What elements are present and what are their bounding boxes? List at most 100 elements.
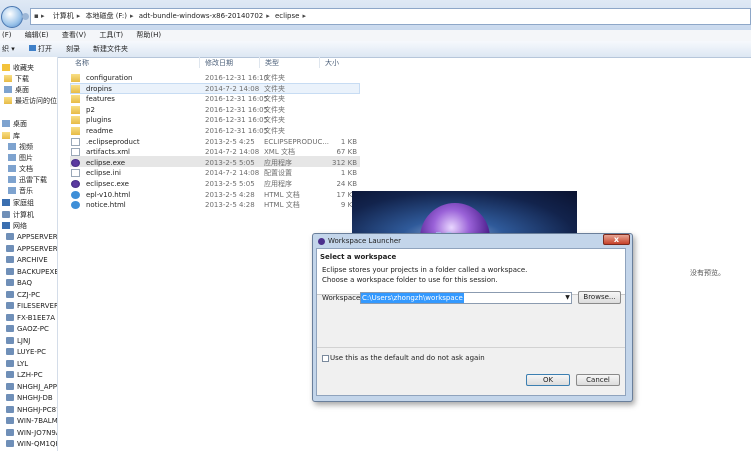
breadcrumb-drive[interactable]: 本地磁盘 (F:)	[82, 9, 130, 24]
network-host-item[interactable]: WIN-JO7N9A	[6, 428, 57, 439]
breadcrumb-computer[interactable]: 计算机	[50, 9, 77, 24]
network-host-item[interactable]: GAOZ-PC	[6, 324, 49, 335]
network-host-item[interactable]: NHGHJ-PC87	[6, 405, 57, 416]
menu-file[interactable]: (F)	[2, 31, 12, 39]
network-host-item[interactable]: BACKUPEXEC	[6, 267, 57, 278]
network-host-item[interactable]: ARCHIVE	[6, 255, 48, 266]
menu-view[interactable]: 查看(V)	[62, 31, 86, 39]
default-checkbox[interactable]	[322, 355, 329, 362]
computer-icon	[2, 211, 10, 218]
application-icon	[71, 180, 80, 188]
network-host-label: NHGHJ_APP	[17, 382, 57, 391]
network-host-item[interactable]: LYL	[6, 359, 28, 370]
nav-music[interactable]: 音乐	[8, 186, 33, 197]
ok-button[interactable]: OK	[526, 374, 570, 386]
network-host-item[interactable]: WIN-7BALMC	[6, 416, 58, 427]
file-date: 2013-2-5 4:28	[205, 190, 255, 199]
nav-pictures[interactable]: 图片	[8, 153, 33, 164]
file-icon	[71, 148, 80, 157]
network-host-item[interactable]: CZJ-PC	[6, 290, 40, 301]
network-host-item[interactable]: APPSERVER2	[6, 244, 58, 255]
file-type: 文件夹	[264, 84, 285, 93]
computer-icon	[6, 336, 14, 344]
menu-tools[interactable]: 工具(T)	[99, 31, 123, 39]
file-name: readme	[86, 127, 113, 135]
nav-favorites[interactable]: 收藏夹	[2, 63, 34, 74]
computer-icon	[6, 417, 14, 424]
network-host-label: BACKUPEXEC	[17, 267, 57, 276]
cancel-button[interactable]: Cancel	[576, 374, 620, 386]
file-icon	[71, 169, 80, 178]
col-type[interactable]: 类型	[265, 58, 279, 68]
column-divider	[199, 57, 200, 68]
dialog-heading: Select a workspace	[320, 253, 397, 261]
nav-videos[interactable]: 视频	[8, 142, 33, 153]
burn-button[interactable]: 刻录	[66, 44, 80, 54]
new-folder-button[interactable]: 新建文件夹	[93, 44, 128, 54]
network-host-item[interactable]: LJNJ	[6, 336, 30, 347]
workspace-path-value[interactable]: C:\Users\zhongzh\workspace	[361, 293, 464, 303]
forward-button[interactable]	[22, 13, 29, 20]
breadcrumb-adt-bundle[interactable]: adt-bundle-windows-x86-20140702	[136, 9, 266, 24]
network-host-label: APPSERVER	[17, 233, 58, 241]
nav-desktop-fav[interactable]: 桌面	[4, 85, 29, 96]
network-host-label: WIN-QM1QKI	[17, 440, 58, 448]
network-host-item[interactable]: NHGHJ_APP	[6, 382, 57, 393]
organize-button[interactable]: 织 ▾	[2, 44, 15, 54]
music-icon	[8, 187, 16, 194]
file-name: eclipse.ini	[86, 169, 121, 178]
computer-icon	[6, 256, 14, 263]
network-host-label: APPSERVER2	[17, 244, 58, 253]
file-date: 2013-2-5 4:28	[205, 201, 255, 210]
chevron-down-icon[interactable]: ▼	[564, 294, 571, 302]
eclipse-splash-image: eclipse	[352, 191, 577, 239]
back-button[interactable]	[1, 6, 23, 28]
network-host-item[interactable]: BAQ	[6, 278, 32, 289]
file-size: 67 KB	[336, 148, 357, 157]
network-host-item[interactable]: LZH-PC	[6, 370, 43, 381]
network-host-item[interactable]: LUYE-PC	[6, 347, 46, 358]
nav-desktop[interactable]: 桌面	[2, 119, 27, 130]
network-host-label: GAOZ-PC	[17, 325, 49, 333]
nav-documents[interactable]: 文档	[8, 164, 33, 175]
col-date[interactable]: 修改日期	[205, 58, 233, 68]
nav-libraries[interactable]: 库	[2, 131, 20, 142]
file-date: 2013-2-5 4:25	[205, 137, 255, 146]
file-type: 应用程序	[264, 158, 292, 167]
col-size[interactable]: 大小	[325, 58, 339, 68]
column-divider	[259, 57, 260, 68]
folder-icon	[71, 95, 80, 104]
folder-icon	[71, 74, 80, 82]
network-host-label: WIN-7BALMC	[17, 417, 58, 425]
network-host-item[interactable]: FILESERVER	[6, 301, 57, 312]
nav-downloads[interactable]: 下载	[4, 74, 29, 85]
network-host-label: NHGHJ-DB	[17, 394, 53, 402]
col-name[interactable]: 名称	[75, 58, 89, 68]
nav-computer[interactable]: 计算机	[2, 210, 34, 221]
breadcrumb-eclipse[interactable]: eclipse	[272, 9, 302, 24]
network-host-item[interactable]: FX-B1EE7A	[6, 313, 55, 324]
file-name: plugins	[86, 116, 112, 125]
default-checkbox-label[interactable]: Use this as the default and do not ask a…	[330, 354, 485, 362]
nav-thunder[interactable]: 迅雷下载	[8, 175, 47, 186]
file-name: .eclipseproduct	[86, 137, 140, 146]
network-host-item[interactable]: NHGHJ-DB	[6, 393, 53, 404]
browse-button[interactable]: Browse...	[578, 291, 621, 304]
open-button[interactable]: 打开	[29, 44, 52, 54]
network-host-item[interactable]: WIN-QM1QKI	[6, 439, 58, 450]
menu-help[interactable]: 帮助(H)	[136, 31, 161, 39]
network-host-label: LJNJ	[17, 336, 31, 345]
file-name: features	[86, 95, 115, 104]
menu-edit[interactable]: 编辑(E)	[25, 31, 49, 39]
close-button[interactable]: x	[603, 234, 630, 245]
nav-recent[interactable]: 最近访问的位置	[4, 96, 57, 107]
network-host-item[interactable]: APPSERVER	[6, 232, 58, 243]
breadcrumb-separator: ▸	[76, 12, 81, 20]
address-box[interactable]: ▪ ▸ 计算机 ▸ 本地磁盘 (F:) ▸ adt-bundle-windows-x…	[30, 8, 751, 25]
computer-icon	[6, 267, 14, 275]
recent-places-icon	[4, 97, 12, 104]
picture-icon	[8, 154, 16, 161]
html-icon	[71, 201, 80, 210]
nav-network[interactable]: 网络	[2, 221, 27, 232]
nav-homegroup[interactable]: 家庭组	[2, 198, 34, 209]
